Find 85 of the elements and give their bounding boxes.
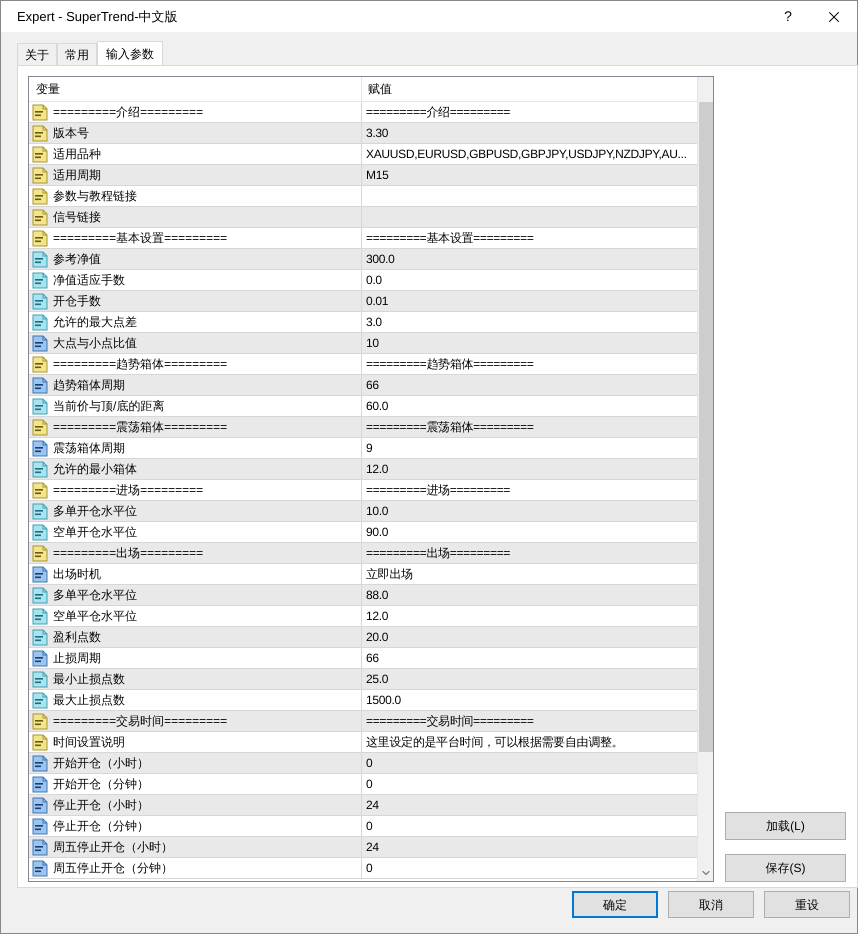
variable-name: 适用品种 bbox=[53, 146, 101, 163]
value-cell[interactable]: 9 bbox=[366, 439, 372, 457]
variable-name: =========震荡箱体========= bbox=[53, 419, 228, 436]
value-cell[interactable]: 20.0 bbox=[366, 628, 388, 646]
value-cell[interactable]: =========震荡箱体========= bbox=[366, 418, 534, 436]
value-cell[interactable]: 1500.0 bbox=[366, 691, 401, 709]
variable-name: 趋势箱体周期 bbox=[53, 377, 125, 394]
value-cell[interactable]: 0.01 bbox=[366, 292, 388, 310]
value-cell[interactable]: 3.30 bbox=[366, 124, 388, 142]
value-cell[interactable]: 立即出场 bbox=[366, 565, 413, 583]
variable-name: 参数与教程链接 bbox=[53, 188, 137, 205]
value-cell[interactable]: =========介绍========= bbox=[366, 103, 510, 121]
tab[interactable]: 关于 bbox=[17, 43, 57, 65]
column-header[interactable]: 变量 bbox=[29, 77, 362, 101]
value-cell[interactable]: 88.0 bbox=[366, 586, 388, 604]
dialog-button[interactable]: 取消 bbox=[668, 891, 754, 918]
value-cell[interactable]: 66 bbox=[366, 376, 379, 394]
value-cell[interactable]: 0 bbox=[366, 817, 372, 835]
variable-name: 最大止损点数 bbox=[53, 692, 125, 709]
value-cell[interactable]: 12.0 bbox=[366, 460, 388, 478]
tab[interactable]: 常用 bbox=[57, 43, 97, 65]
variable-name: =========趋势箱体========= bbox=[53, 356, 228, 373]
value-cell[interactable]: 66 bbox=[366, 649, 379, 667]
variable-name: 空单开仓水平位 bbox=[53, 524, 137, 541]
variable-name: 参考净值 bbox=[53, 251, 101, 268]
value-cell[interactable]: =========交易时间========= bbox=[366, 712, 534, 730]
variable-name: 最小止损点数 bbox=[53, 671, 125, 688]
variable-name: 多单平仓水平位 bbox=[53, 587, 137, 604]
variable-name: 适用周期 bbox=[53, 167, 101, 184]
dialog-button[interactable]: 重设 bbox=[764, 891, 850, 918]
scrollbar[interactable] bbox=[697, 77, 713, 881]
window-title: Expert - SuperTrend-中文版 bbox=[17, 8, 179, 26]
value-cell[interactable]: 0 bbox=[366, 754, 372, 772]
value-cell[interactable]: 300.0 bbox=[366, 250, 395, 268]
value-cell[interactable]: 12.0 bbox=[366, 607, 388, 625]
variable-name: 停止开仓（小时） bbox=[53, 797, 149, 814]
variable-name: 大点与小点比值 bbox=[53, 335, 137, 352]
column-header[interactable]: 赋值 bbox=[362, 77, 697, 101]
value-cell[interactable]: 这里设定的是平台时间，可以根据需要自由调整。 bbox=[366, 733, 624, 751]
value-cell[interactable]: 0 bbox=[366, 859, 372, 877]
variable-name: 周五停止开仓（小时） bbox=[53, 839, 173, 856]
value-cell[interactable]: 0.0 bbox=[366, 271, 382, 289]
side-button[interactable]: 加载(L) bbox=[725, 812, 846, 840]
value-cell[interactable]: =========进场========= bbox=[366, 481, 510, 499]
help-button[interactable]: ? bbox=[765, 6, 811, 27]
value-cell[interactable]: 0 bbox=[366, 775, 372, 793]
value-cell[interactable]: 24 bbox=[366, 838, 379, 856]
variable-name: 允许的最大点差 bbox=[53, 314, 137, 331]
variable-name: 空单平仓水平位 bbox=[53, 608, 137, 625]
value-cell[interactable]: 25.0 bbox=[366, 670, 388, 688]
variable-name: 停止开仓（分钟） bbox=[53, 818, 149, 835]
variable-name: 周五停止开仓（分钟） bbox=[53, 860, 173, 877]
variable-name: 盈利点数 bbox=[53, 629, 101, 646]
value-cell[interactable]: 10 bbox=[366, 334, 379, 352]
variable-name: 开始开仓（小时） bbox=[53, 755, 149, 772]
variable-name: =========交易时间========= bbox=[53, 713, 228, 730]
variable-name: =========进场========= bbox=[53, 482, 204, 499]
value-cell[interactable]: 3.0 bbox=[366, 313, 382, 331]
variable-name: =========介绍========= bbox=[53, 104, 204, 121]
variable-name: 开仓手数 bbox=[53, 293, 101, 310]
value-cell[interactable]: =========趋势箱体========= bbox=[366, 355, 534, 373]
value-cell[interactable]: =========出场========= bbox=[366, 544, 510, 562]
variable-name: 时间设置说明 bbox=[53, 734, 125, 751]
variable-name: =========出场========= bbox=[53, 545, 204, 562]
dialog-button[interactable]: 确定 bbox=[572, 891, 658, 918]
side-button[interactable]: 保存(S) bbox=[725, 854, 846, 882]
value-cell[interactable]: XAUUSD,EURUSD,GBPUSD,GBPJPY,USDJPY,NZDJPY,AU... bbox=[366, 145, 687, 163]
value-cell[interactable]: 24 bbox=[366, 796, 379, 814]
value-cell[interactable]: M15 bbox=[366, 166, 388, 184]
value-cell[interactable]: 60.0 bbox=[366, 397, 388, 415]
variable-name: 允许的最小箱体 bbox=[53, 461, 137, 478]
variable-name: 当前价与顶/底的距离 bbox=[53, 398, 164, 415]
tab[interactable]: 输入参数 bbox=[97, 41, 163, 65]
variable-name: 出场时机 bbox=[53, 566, 101, 583]
variable-name: 信号链接 bbox=[53, 209, 101, 226]
value-cell[interactable]: 90.0 bbox=[366, 523, 388, 541]
variable-name: 净值适应手数 bbox=[53, 272, 125, 289]
variable-name: 开始开仓（分钟） bbox=[53, 776, 149, 793]
variable-name: 止损周期 bbox=[53, 650, 101, 667]
value-cell[interactable]: 10.0 bbox=[366, 502, 388, 520]
value-cell[interactable]: =========基本设置========= bbox=[366, 229, 534, 247]
variable-name: 多单开仓水平位 bbox=[53, 503, 137, 520]
variable-name: 震荡箱体周期 bbox=[53, 440, 125, 457]
variable-name: =========基本设置========= bbox=[53, 230, 228, 247]
variable-name: 版本号 bbox=[53, 125, 89, 142]
